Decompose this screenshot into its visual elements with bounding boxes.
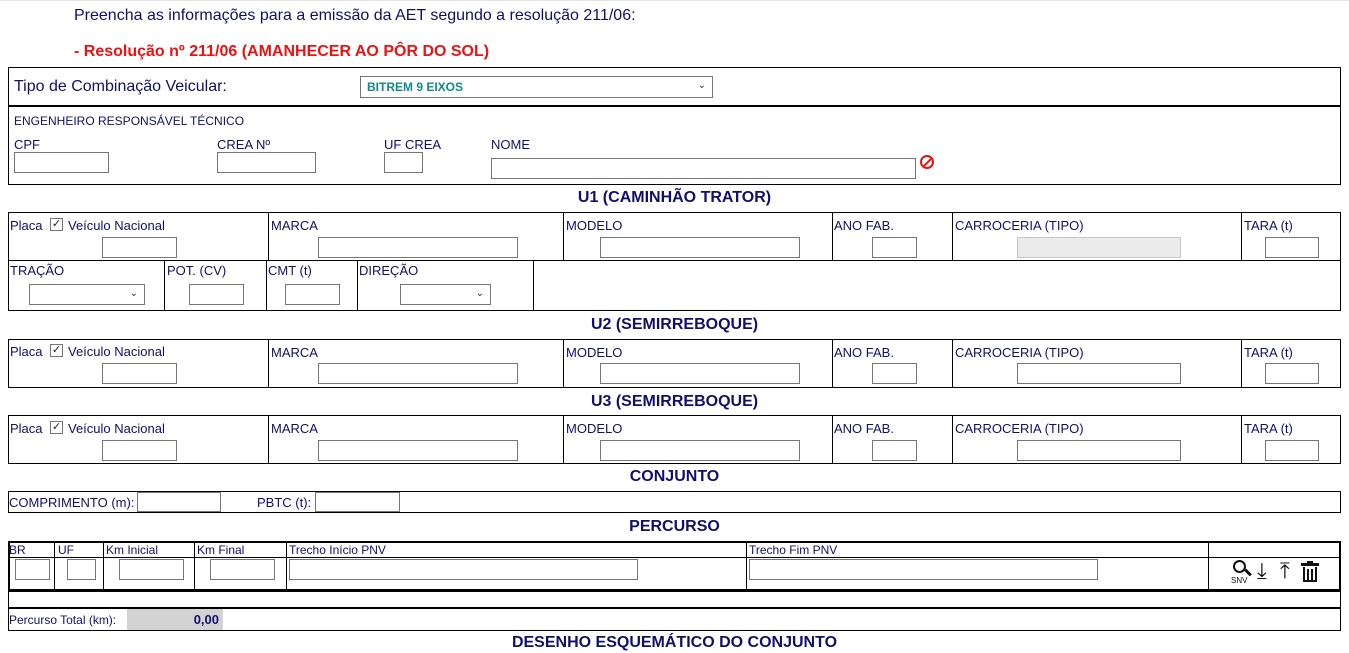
u2-ano-label: ANO FAB. [834, 345, 894, 360]
u1-marca-input[interactable] [318, 237, 518, 258]
u1-tara-input[interactable] [1265, 237, 1319, 258]
u2-placa-input[interactable] [102, 363, 177, 384]
snv-label: SNV [1231, 576, 1248, 585]
u1-modelo-input[interactable] [600, 237, 800, 258]
u3-title: U3 (SEMIRREBOQUE) [590, 393, 759, 410]
u2-carroceria-label: CARROCERIA (TIPO) [955, 345, 1084, 360]
download-icon[interactable]: ⤓ [1257, 560, 1267, 582]
u2-tara-input[interactable] [1265, 363, 1319, 384]
crea-input[interactable] [217, 152, 316, 173]
u3-ano-input[interactable] [872, 440, 917, 461]
chevron-down-icon: ⌄ [475, 288, 484, 299]
u1-placa-label: Placa [10, 218, 43, 233]
u3-placa-input[interactable] [102, 440, 177, 461]
u2-title: U2 (SEMIRREBOQUE) [590, 316, 759, 333]
u2-ano-input[interactable] [872, 363, 917, 384]
u2-nacional-label: Veículo Nacional [68, 344, 165, 359]
chevron-down-icon: ⌄ [129, 288, 138, 299]
u1-pot-input[interactable] [189, 284, 244, 305]
u1-direcao-select[interactable]: ⌄ [400, 284, 491, 305]
u3-nacional-label: Veículo Nacional [68, 421, 165, 436]
uf-crea-label: UF CREA [384, 137, 442, 152]
u1-ano-input[interactable] [872, 237, 917, 258]
u3-placa-label: Placa [10, 421, 43, 436]
u3-marca-label: MARCA [271, 421, 318, 436]
u1-title: U1 (CAMINHÃO TRATOR) [577, 189, 772, 206]
comprimento-label: COMPRIMENTO (m): [9, 495, 135, 510]
u3-tara-label: TARA (t) [1244, 421, 1293, 436]
intro-text: Preencha as informações para a emissão d… [74, 7, 636, 24]
nome-input[interactable] [491, 158, 916, 179]
header-km-inicial: Km Inicial [106, 543, 159, 557]
u1-ano-label: ANO FAB. [834, 218, 894, 233]
pbtc-label: PBTC (t): [257, 495, 312, 510]
engineer-title: ENGENHEIRO RESPONSÁVEL TÉCNICO [14, 114, 245, 128]
percurso-total-value: 0,00 [127, 609, 223, 630]
resolution-title: - Resolução nº 211/06 (AMANHECER AO PÔR … [74, 43, 490, 60]
u1-carroceria-label: CARROCERIA (TIPO) [955, 218, 1084, 233]
u1-tracao-select[interactable]: ⌄ [29, 284, 145, 305]
header-trecho-fim: Trecho Fim PNV [749, 543, 838, 557]
crea-label: CREA Nº [217, 137, 271, 152]
chevron-down-icon: ⌄ [697, 80, 706, 91]
header-trecho-inicio: Trecho Início PNV [289, 543, 386, 557]
search-snv-icon[interactable]: SNV [1231, 560, 1255, 586]
km-inicial-input[interactable] [119, 559, 184, 580]
header-uf: UF [58, 543, 74, 557]
u3-marca-input[interactable] [318, 440, 518, 461]
km-final-input[interactable] [210, 559, 275, 580]
u3-nacional-checkbox[interactable]: ✓ [50, 421, 63, 434]
trecho-inicio-input[interactable] [289, 559, 638, 580]
combo-label: Tipo de Combinação Veicular: [14, 78, 227, 95]
u1-direcao-label: DIREÇÃO [359, 263, 419, 278]
u2-marca-label: MARCA [271, 345, 318, 360]
u2-carroceria-input[interactable] [1017, 363, 1181, 384]
combo-select-value: BITREM 9 EIXOS [367, 80, 464, 94]
comprimento-input[interactable] [137, 492, 221, 512]
trash-icon[interactable] [1301, 561, 1319, 583]
combo-select[interactable]: BITREM 9 EIXOS ⌄ [360, 76, 713, 98]
br-input[interactable] [15, 559, 50, 580]
clear-icon[interactable] [920, 155, 934, 169]
u2-nacional-checkbox[interactable]: ✓ [50, 344, 63, 357]
uf-crea-input[interactable] [384, 152, 423, 173]
pbtc-input[interactable] [315, 492, 400, 512]
u3-ano-label: ANO FAB. [834, 421, 894, 436]
u1-cmt-input[interactable] [285, 284, 340, 305]
header-km-final: Km Final [197, 543, 245, 557]
u1-nacional-label: Veículo Nacional [68, 218, 165, 233]
u3-modelo-input[interactable] [600, 440, 800, 461]
u1-tara-label: TARA (t) [1244, 218, 1293, 233]
percurso-title: PERCURSO [629, 518, 720, 535]
cpf-input[interactable] [14, 152, 109, 173]
u1-placa-input[interactable] [102, 237, 177, 258]
u1-carroceria-input [1017, 237, 1181, 258]
percurso-total-label: Percurso Total (km): [9, 613, 117, 627]
u3-carroceria-input[interactable] [1017, 440, 1181, 461]
u1-pot-label: POT. (CV) [167, 263, 227, 278]
u1-marca-label: MARCA [271, 218, 318, 233]
u1-cmt-label: CMT (t) [268, 263, 312, 278]
conjunto-title: CONJUNTO [629, 468, 720, 485]
u2-modelo-input[interactable] [600, 363, 800, 384]
u2-tara-label: TARA (t) [1244, 345, 1293, 360]
u3-tara-input[interactable] [1265, 440, 1319, 461]
uf-input[interactable] [67, 559, 96, 580]
u2-marca-input[interactable] [318, 363, 518, 384]
u1-nacional-checkbox[interactable]: ✓ [50, 218, 63, 231]
upload-icon[interactable]: ⤒ [1280, 560, 1290, 582]
u1-modelo-label: MODELO [566, 218, 623, 233]
percurso-empty-row [8, 591, 1341, 608]
u3-carroceria-label: CARROCERIA (TIPO) [955, 421, 1084, 436]
cpf-label: CPF [14, 137, 40, 152]
desenho-title: DESENHO ESQUEMÁTICO DO CONJUNTO [511, 634, 838, 651]
nome-label: NOME [491, 137, 530, 152]
u1-tracao-label: TRAÇÃO [10, 263, 65, 278]
u3-modelo-label: MODELO [566, 421, 623, 436]
header-br: BR [9, 543, 26, 557]
u2-placa-label: Placa [10, 344, 43, 359]
top-border [0, 0, 1349, 1]
trecho-fim-input[interactable] [749, 559, 1098, 580]
u2-modelo-label: MODELO [566, 345, 623, 360]
